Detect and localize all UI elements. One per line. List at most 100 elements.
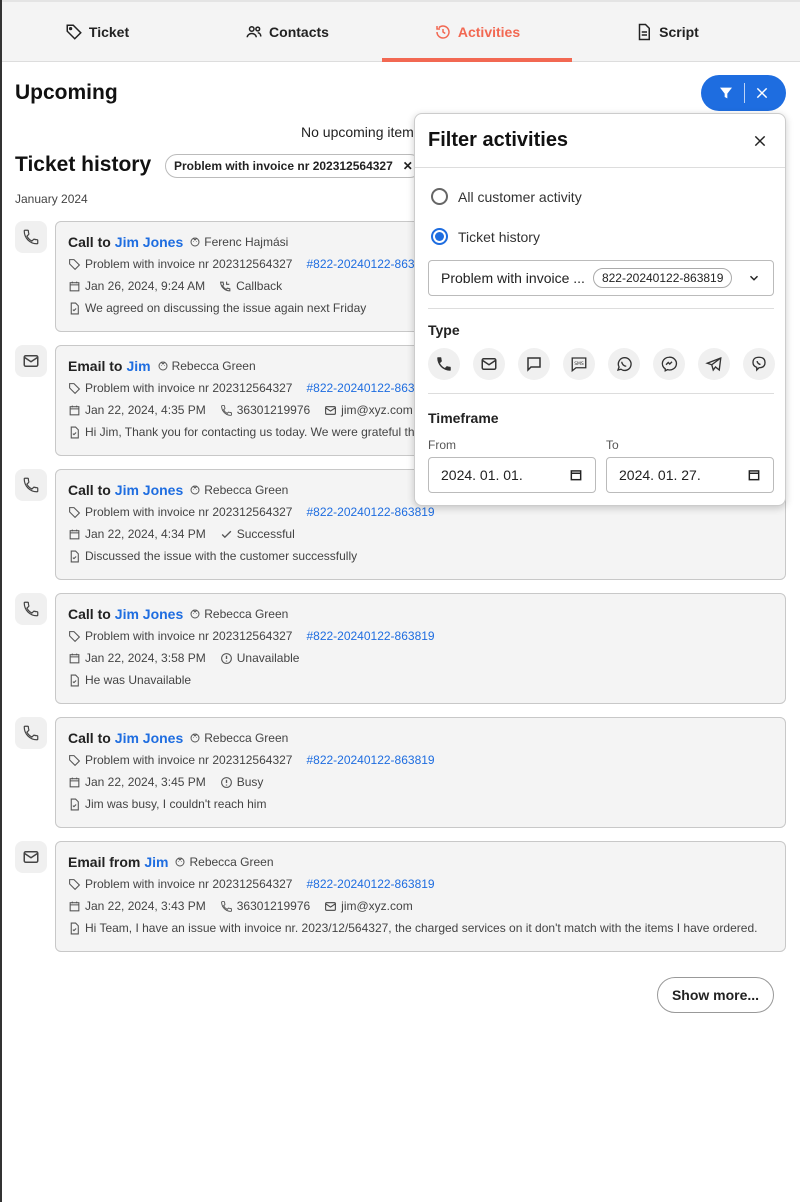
activity-title: Call to xyxy=(68,482,111,498)
note-icon xyxy=(70,426,79,438)
type-viber-button[interactable] xyxy=(743,348,775,380)
activity-type-badge xyxy=(15,593,47,625)
ticket-link[interactable]: #822-20240122-863819 xyxy=(306,505,434,519)
note-icon xyxy=(70,302,79,314)
activity-type-badge xyxy=(15,221,47,253)
ticket-link[interactable]: #822-20240122-863819 xyxy=(306,753,434,767)
contact-link[interactable]: Jim Jones xyxy=(115,730,183,746)
agent-name: Rebecca Green xyxy=(204,607,289,621)
filter-toggle-button[interactable] xyxy=(701,75,786,111)
chevron-down-icon xyxy=(749,275,759,281)
type-messenger-button[interactable] xyxy=(653,348,685,380)
tab-contacts[interactable]: Contacts xyxy=(192,2,382,61)
activity-title: Email to xyxy=(68,358,123,374)
close-icon[interactable] xyxy=(755,86,769,100)
activity-phone: 36301219976 xyxy=(236,403,311,417)
activity-date: Jan 22, 2024, 3:45 PM xyxy=(85,775,206,789)
chip-remove-icon[interactable]: ✕ xyxy=(403,159,413,173)
ticket-select[interactable]: Problem with invoice ... 822-20240122-863… xyxy=(428,260,774,296)
tab-activities[interactable]: Activities xyxy=(382,2,572,62)
filter-title: Filter activities xyxy=(428,129,569,151)
agent-icon xyxy=(175,857,185,867)
activity-date: Jan 22, 2024, 4:34 PM xyxy=(85,527,206,541)
type-label: Type xyxy=(428,322,460,338)
select-value: Problem with invoice ... xyxy=(441,270,585,286)
agent-name: Rebecca Green xyxy=(204,483,289,497)
calendar-icon[interactable] xyxy=(569,468,583,482)
activity-title: Email from xyxy=(68,854,141,870)
calendar-icon xyxy=(69,901,80,911)
divider xyxy=(428,308,774,309)
agent-icon xyxy=(190,609,200,619)
tab-ticket[interactable]: Ticket xyxy=(2,2,192,61)
radio-all-customer-activity[interactable]: All customer activity xyxy=(431,188,582,205)
from-date-input[interactable]: 2024. 01. 01. xyxy=(428,457,596,493)
timeframe-label: Timeframe xyxy=(428,410,499,426)
type-phone-button[interactable] xyxy=(428,348,460,380)
date-value: 2024. 01. 01. xyxy=(441,467,523,483)
activity-date: Jan 26, 2024, 9:24 AM xyxy=(85,279,206,293)
activity-subject: Problem with invoice nr 202312564327 xyxy=(85,381,293,395)
divider xyxy=(744,83,745,103)
type-chat-button[interactable] xyxy=(518,348,550,380)
activity-type-badge xyxy=(15,345,47,377)
activity-email: jim@xyz.com xyxy=(341,899,413,913)
phone-icon xyxy=(220,404,232,416)
activity-note: Discussed the issue with the customer su… xyxy=(85,549,358,563)
alert-circle-icon xyxy=(220,776,232,788)
activity-card[interactable]: Call to Jim Jones Rebecca Green Problem wi… xyxy=(55,717,786,828)
tab-bar: Ticket Contacts Activities Script xyxy=(2,0,800,62)
email-icon xyxy=(23,851,39,863)
radio-circle[interactable] xyxy=(431,188,448,205)
ticket-link[interactable]: #822-20240122-863819 xyxy=(306,877,434,891)
agent-icon xyxy=(190,237,200,247)
viber-icon xyxy=(752,356,766,372)
tag-icon xyxy=(69,258,81,270)
contact-link[interactable]: Jim xyxy=(144,854,168,870)
radio-ticket-history[interactable]: Ticket history xyxy=(431,228,540,245)
phone-icon xyxy=(220,900,232,912)
contact-link[interactable]: Jim Jones xyxy=(115,482,183,498)
radio-label: Ticket history xyxy=(458,228,540,245)
activity-card[interactable]: Email from Jim Rebecca Green Problem with … xyxy=(55,841,786,952)
calendar-icon xyxy=(69,405,80,415)
show-more-button[interactable]: Show more... xyxy=(657,977,774,1013)
agent-icon xyxy=(158,361,168,371)
from-label: From xyxy=(428,438,456,452)
email-icon xyxy=(481,358,497,370)
telegram-icon xyxy=(705,356,722,372)
contact-link[interactable]: Jim xyxy=(126,358,150,374)
agent-name: Rebecca Green xyxy=(171,359,256,373)
activity-status: Callback xyxy=(236,279,283,293)
to-date-input[interactable]: 2024. 01. 27. xyxy=(606,457,774,493)
type-email-button[interactable] xyxy=(473,348,505,380)
type-whatsapp-button[interactable] xyxy=(608,348,640,380)
tag-icon xyxy=(66,24,82,40)
tab-script[interactable]: Script xyxy=(572,2,762,61)
contact-link[interactable]: Jim Jones xyxy=(115,606,183,622)
no-upcoming-text: No upcoming items xyxy=(301,124,421,140)
contact-link[interactable]: Jim Jones xyxy=(115,234,183,250)
ticket-link[interactable]: #822-20240122-863819 xyxy=(306,629,434,643)
type-sms-button[interactable]: SMS xyxy=(563,348,595,380)
activity-title: Call to xyxy=(68,606,111,622)
ticket-filter-chip[interactable]: Problem with invoice nr 202312564327 ✕ xyxy=(165,154,422,178)
tag-icon xyxy=(69,506,81,518)
activity-card[interactable]: Call to Jim Jones Rebecca Green Problem wi… xyxy=(55,593,786,704)
activity-subject: Problem with invoice nr 202312564327 xyxy=(85,753,293,767)
tab-label: Contacts xyxy=(269,23,329,40)
tab-label: Script xyxy=(659,23,699,40)
calendar-icon xyxy=(69,653,80,663)
activity-type-badge xyxy=(15,841,47,873)
radio-circle[interactable] xyxy=(431,228,448,245)
chat-icon xyxy=(527,357,541,372)
activity-status: Busy xyxy=(236,775,264,789)
upcoming-title: Upcoming xyxy=(15,81,118,104)
type-telegram-button[interactable] xyxy=(698,348,730,380)
note-icon xyxy=(70,550,79,562)
activity-note: Hi Team, I have an issue with invoice nr… xyxy=(85,921,758,935)
to-label: To xyxy=(606,438,619,452)
agent-name: Rebecca Green xyxy=(204,731,289,745)
close-icon[interactable] xyxy=(753,134,767,148)
calendar-icon[interactable] xyxy=(747,468,761,482)
